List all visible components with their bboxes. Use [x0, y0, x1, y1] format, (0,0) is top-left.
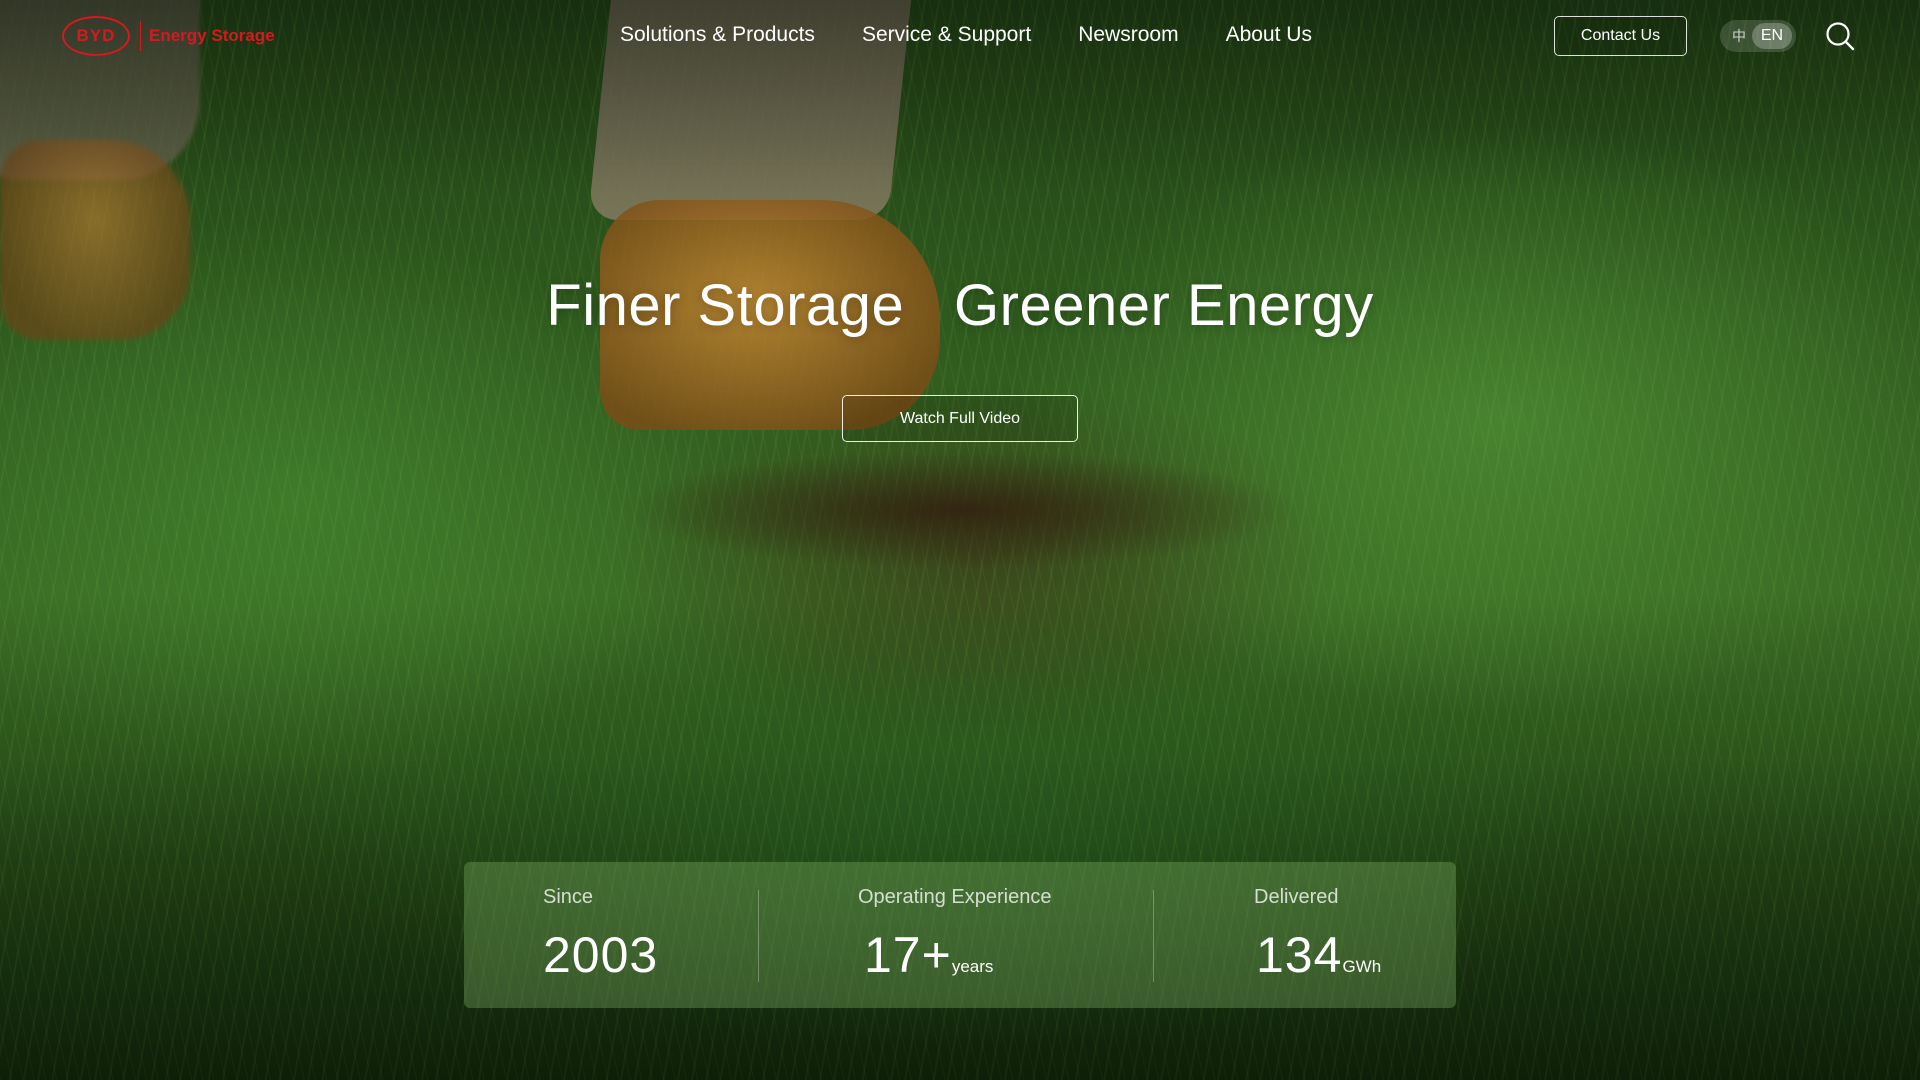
watch-full-video-button[interactable]: Watch Full Video — [842, 395, 1078, 442]
logo-divider — [140, 21, 141, 51]
logo-text: Energy Storage — [149, 26, 275, 45]
stat-unit: GWh — [1342, 957, 1382, 976]
hero-background: BYD Energy Storage Solutions & Products … — [0, 0, 1920, 1080]
site-header: BYD Energy Storage Solutions & Products … — [0, 0, 1920, 72]
nav-item-solutions-products[interactable]: Solutions & Products — [620, 20, 815, 50]
stat-unit: years — [951, 957, 994, 976]
stat-number: 2003 — [543, 927, 659, 983]
nav-item-service-support[interactable]: Service & Support — [862, 20, 1031, 50]
search-icon[interactable] — [1824, 20, 1856, 52]
stat-number: 17+ — [864, 927, 952, 983]
nav-item-newsroom[interactable]: Newsroom — [1078, 20, 1178, 50]
language-switcher: 中 EN — [1720, 20, 1796, 52]
stat-value: 134GWh — [1256, 926, 1381, 984]
stat-divider — [758, 890, 759, 982]
contact-us-button[interactable]: Contact Us — [1554, 16, 1687, 56]
nav-item-about-us[interactable]: About Us — [1226, 20, 1312, 50]
stat-divider — [1153, 890, 1154, 982]
language-option-en[interactable]: EN — [1752, 23, 1792, 49]
stat-label: Delivered — [1254, 886, 1339, 908]
stat-value: 2003 — [543, 926, 658, 984]
stat-label: Since — [543, 886, 594, 908]
dirt-patch-image — [620, 450, 1300, 570]
stat-label: Operating Experience — [858, 886, 1052, 908]
byd-logo-mark: BYD — [62, 16, 130, 56]
stat-value: 17+years — [864, 926, 993, 984]
hero-headline: Finer Storage Greener Energy — [546, 273, 1374, 338]
language-option-zh[interactable]: 中 — [1732, 26, 1746, 46]
brand-logo[interactable]: BYD Energy Storage — [62, 14, 275, 58]
stat-number: 134 — [1256, 927, 1343, 983]
main-nav: Solutions & Products Service & Support N… — [620, 20, 1359, 50]
stats-panel: Since 2003 Operating Experience 17+years… — [464, 862, 1456, 1008]
